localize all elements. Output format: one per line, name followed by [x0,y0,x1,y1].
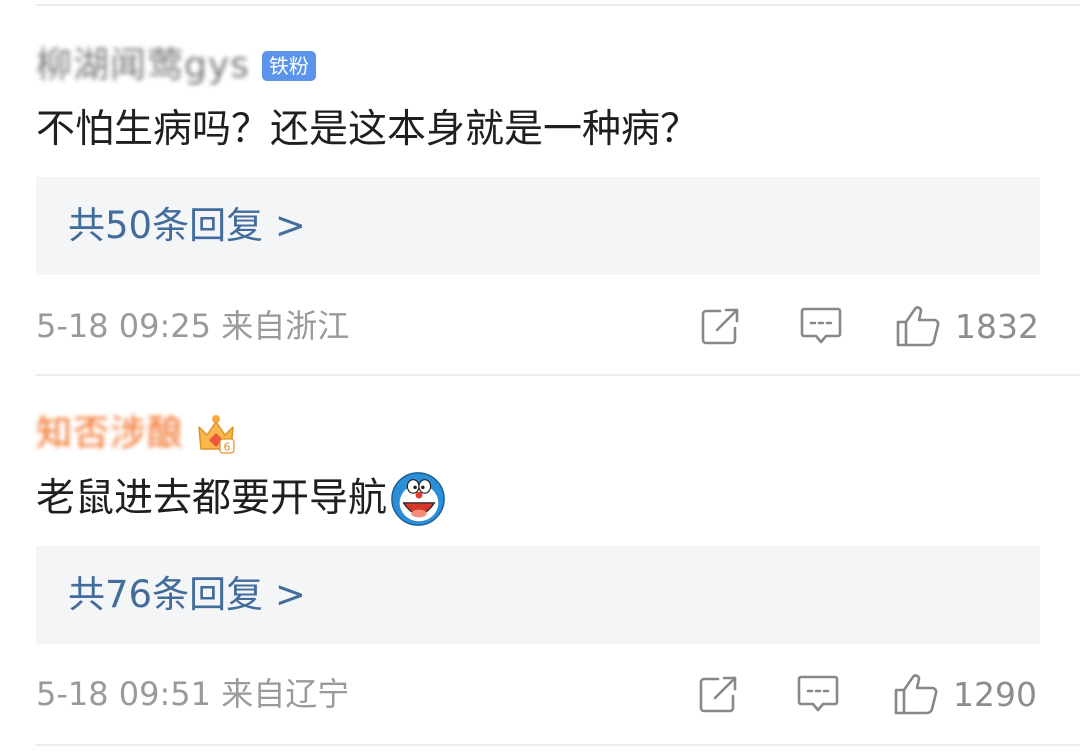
comment-icon [800,307,842,344]
comment-user-row: 知否涉酿 6 [36,404,236,464]
comment-button[interactable] [799,304,843,348]
thumbs-up-icon [894,674,938,715]
svg-text:6: 6 [224,441,231,454]
comment-text: 老鼠进去都要开导航 [36,470,447,528]
comment-icon [797,675,839,712]
share-button[interactable] [700,304,742,348]
share-icon [701,308,739,345]
replies-box[interactable]: 共76条回复 > [36,546,1040,644]
share-icon [699,676,737,713]
comment-text-content: 不怕生病吗？还是这本身就是一种病？ [36,107,700,152]
doraemon-emoji-icon [391,472,445,526]
like-button[interactable]: 1832 [895,304,1039,348]
comment-text-content: 老鼠进去都要开导航 [36,476,388,521]
comment-user-row: 柳湖闻莺gys 铁粉 [36,36,316,96]
like-button[interactable]: 1290 [893,672,1037,716]
view-replies-link[interactable]: 共50条回复 > [68,201,306,251]
comment-meta: 5-18 09:51 来自辽宁 [36,675,350,713]
thumbs-up-icon [896,306,940,347]
top-divider [36,4,1080,6]
share-button[interactable] [698,672,740,716]
comment-button[interactable] [796,672,840,716]
crown-badge-icon: 6 [198,415,235,454]
like-count: 1832 [955,306,1039,346]
bottom-divider [36,744,1080,746]
replies-box[interactable]: 共50条回复 > [36,177,1040,275]
view-replies-link[interactable]: 共76条回复 > [68,570,306,620]
like-count: 1290 [953,674,1037,714]
fan-badge: 铁粉 [261,51,316,81]
username[interactable]: 柳湖闻莺gys [36,44,250,88]
comment-meta: 5-18 09:25 来自浙江 [36,307,350,345]
username[interactable]: 知否涉酿 [36,412,184,456]
comment-text: 不怕生病吗？还是这本身就是一种病？ [36,104,699,156]
comment-divider [36,374,1080,376]
